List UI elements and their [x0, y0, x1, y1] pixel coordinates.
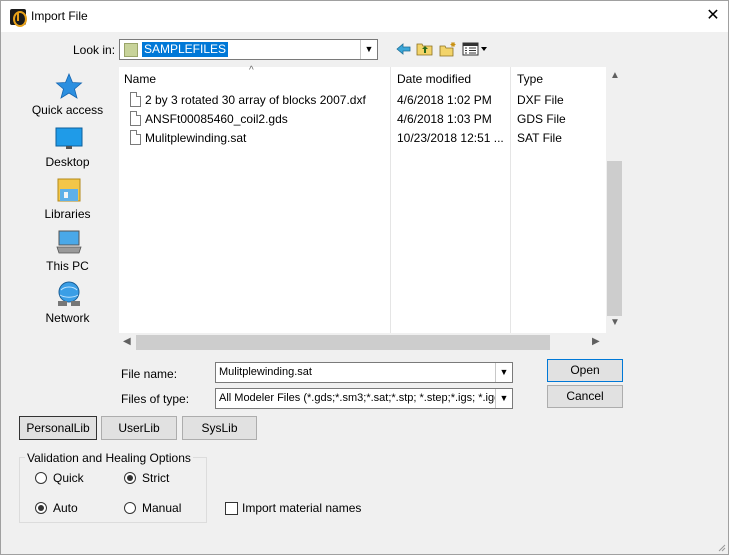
- close-icon: ✕: [706, 7, 720, 24]
- radio-manual-label[interactable]: Manual: [142, 501, 181, 515]
- file-row[interactable]: 2 by 3 rotated 30 array of blocks 2007.d…: [119, 91, 606, 110]
- places-bar: Quick access Desktop Libraries This PC N…: [19, 67, 116, 337]
- horizontal-scrollbar[interactable]: ◀ ▶: [119, 333, 606, 352]
- file-date: 4/6/2018 1:03 PM: [397, 112, 492, 126]
- column-header-date[interactable]: Date modified: [397, 72, 471, 86]
- back-icon[interactable]: [395, 41, 413, 57]
- personallib-button[interactable]: PersonalLib: [19, 416, 97, 440]
- file-name: ANSFt00085460_coil2.gds: [145, 112, 288, 126]
- userlib-button[interactable]: UserLib: [101, 416, 177, 440]
- file-date: 4/6/2018 1:02 PM: [397, 93, 492, 107]
- file-row[interactable]: ANSFt00085460_coil2.gds 4/6/2018 1:03 PM…: [119, 110, 606, 129]
- scroll-up-icon[interactable]: ▲: [610, 70, 620, 81]
- filename-combo[interactable]: Mulitplewinding.sat ▼: [215, 362, 513, 383]
- open-button[interactable]: Open: [547, 359, 623, 382]
- place-this-pc[interactable]: This PC: [19, 225, 116, 275]
- file-icon: [130, 130, 141, 145]
- file-type: SAT File: [517, 131, 562, 145]
- syslib-button[interactable]: SysLib: [182, 416, 257, 440]
- radio-strict[interactable]: [124, 472, 136, 484]
- scroll-right-icon[interactable]: ▶: [592, 336, 600, 347]
- vertical-scrollbar[interactable]: ▲ ▼: [606, 67, 623, 333]
- view-menu-icon[interactable]: [462, 41, 492, 57]
- chevron-down-icon[interactable]: ▼: [495, 363, 512, 382]
- chevron-down-icon[interactable]: ▼: [495, 389, 512, 408]
- filename-label: File name:: [121, 367, 178, 381]
- filetype-label: Files of type:: [121, 392, 190, 406]
- this-pc-icon: [56, 230, 82, 254]
- folder-icon: [124, 43, 138, 57]
- place-libraries[interactable]: Libraries: [19, 173, 116, 223]
- file-icon: [130, 111, 141, 126]
- scroll-down-icon[interactable]: ▼: [610, 317, 620, 328]
- filename-input[interactable]: Mulitplewinding.sat: [219, 366, 491, 378]
- import-file-dialog: Import File ✕ Look in: SAMPLEFILES ▼ Qui…: [0, 0, 729, 555]
- place-network[interactable]: Network: [19, 277, 116, 327]
- lookin-combo[interactable]: SAMPLEFILES ▼: [119, 39, 378, 60]
- radio-quick-label[interactable]: Quick: [53, 471, 84, 485]
- new-folder-icon[interactable]: [439, 41, 457, 57]
- place-label: Libraries: [44, 207, 91, 221]
- window-title: Import File: [31, 9, 88, 23]
- file-type: GDS File: [517, 112, 566, 126]
- column-header-type[interactable]: Type: [517, 72, 543, 86]
- validation-title: Validation and Healing Options: [25, 451, 193, 465]
- place-label: Desktop: [45, 155, 90, 169]
- sort-ascending-icon: ^: [249, 65, 254, 76]
- libraries-icon: [57, 178, 81, 202]
- file-icon: [130, 92, 141, 107]
- place-label: Network: [45, 311, 90, 325]
- radio-auto[interactable]: [35, 502, 47, 514]
- resize-grip-icon[interactable]: [716, 542, 726, 552]
- app-icon: [10, 9, 27, 27]
- scroll-corner: [606, 333, 623, 352]
- title-bar[interactable]: Import File ✕: [1, 1, 728, 32]
- radio-strict-label[interactable]: Strict: [142, 471, 169, 485]
- close-button[interactable]: ✕: [698, 1, 728, 32]
- file-name: 2 by 3 rotated 30 array of blocks 2007.d…: [145, 93, 366, 107]
- file-list[interactable]: ^ Name Date modified Type 2 by 3 rotated…: [119, 65, 623, 352]
- radio-quick[interactable]: [35, 472, 47, 484]
- radio-auto-label[interactable]: Auto: [53, 501, 78, 515]
- network-icon: [58, 281, 80, 306]
- horizontal-scroll-thumb[interactable]: [136, 335, 550, 350]
- file-name: Mulitplewinding.sat: [145, 131, 247, 145]
- radio-manual[interactable]: [124, 502, 136, 514]
- file-date: 10/23/2018 12:51 ...: [397, 131, 504, 145]
- filetype-combo[interactable]: All Modeler Files (*.gds;*.sm3;*.sat;*.s…: [215, 388, 513, 409]
- place-quick-access[interactable]: Quick access: [19, 69, 116, 119]
- column-header-name[interactable]: Name: [124, 72, 156, 86]
- quick-access-icon: [55, 73, 83, 99]
- import-material-label[interactable]: Import material names: [242, 501, 361, 515]
- lookin-value: SAMPLEFILES: [142, 42, 229, 57]
- cancel-button[interactable]: Cancel: [547, 385, 623, 408]
- up-folder-icon[interactable]: [416, 41, 434, 57]
- file-row[interactable]: Mulitplewinding.sat 10/23/2018 12:51 ...…: [119, 129, 606, 148]
- place-desktop[interactable]: Desktop: [19, 121, 116, 171]
- desktop-icon: [55, 127, 83, 149]
- file-type: DXF File: [517, 93, 564, 107]
- place-label: Quick access: [31, 103, 104, 117]
- place-label: This PC: [46, 259, 89, 273]
- import-material-checkbox[interactable]: [225, 502, 238, 515]
- lookin-label: Look in:: [73, 43, 116, 57]
- vertical-scroll-thumb[interactable]: [607, 161, 622, 316]
- scroll-left-icon[interactable]: ◀: [123, 336, 131, 347]
- filetype-value: All Modeler Files (*.gds;*.sm3;*.sat;*.s…: [219, 392, 495, 404]
- chevron-down-icon[interactable]: ▼: [360, 40, 377, 59]
